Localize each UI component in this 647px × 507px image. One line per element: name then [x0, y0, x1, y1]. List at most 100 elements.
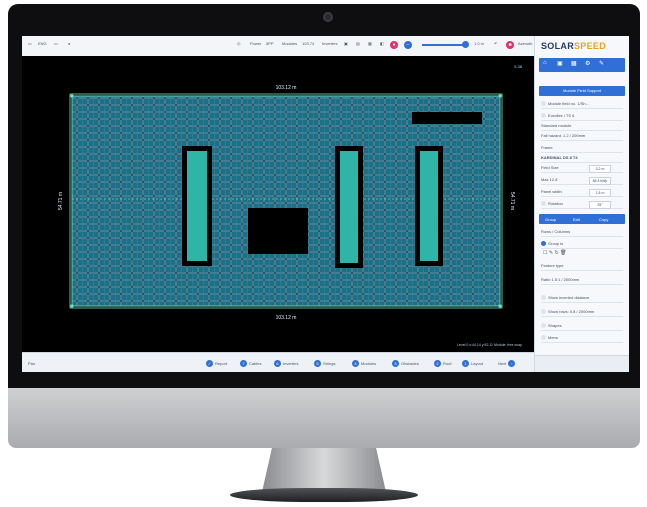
corner-handle[interactable] [70, 304, 74, 308]
monitor-chin [8, 388, 640, 448]
webcam [323, 12, 333, 22]
report-icon: ✓ [206, 359, 213, 367]
step-inverters[interactable]: 6 Inverters [274, 358, 299, 368]
next-label: Next [498, 360, 507, 366]
next-button[interactable]: Next › [498, 358, 516, 368]
zoom-out-icon[interactable]: − [404, 41, 412, 49]
panel-row-15[interactable]: Show rows: 0.8 / 2000mm [541, 308, 623, 317]
layers-icon[interactable]: ◧ [380, 41, 384, 46]
panel-row-5[interactable]: KARDINAL DS 8 T4 [541, 154, 623, 163]
module-field-support-button[interactable]: Module Field Support [539, 86, 625, 96]
panel-row-17[interactable]: Menu [541, 334, 623, 343]
step-modules[interactable]: 4 Modules [352, 358, 376, 368]
pan-button[interactable]: Pan [28, 358, 35, 368]
tab-copy[interactable]: Copy [599, 217, 608, 222]
camera-icon[interactable]: ▣ [344, 41, 348, 46]
corner-handle[interactable] [498, 304, 502, 308]
stop-icon[interactable]: ■ [506, 41, 514, 49]
max-input[interactable]: 58.4 kWp [589, 177, 611, 185]
tools-icon[interactable]: ✎ [599, 60, 604, 67]
flag-icon[interactable]: ▭ [28, 41, 32, 46]
trash-icon[interactable]: 🗑 [560, 250, 566, 256]
obstacles-icon: 3 [392, 359, 399, 367]
undo-icon[interactable]: ↶ [494, 41, 497, 46]
skylight-obstacle[interactable] [248, 208, 308, 254]
left-dimension-label: 54.71 m [58, 192, 64, 210]
roof-icon: 2 [434, 359, 441, 367]
step-obstacles-label: Obstacles [401, 360, 419, 366]
strings-icon: 5 [314, 359, 321, 367]
zoom-slider-knob[interactable] [462, 41, 469, 48]
step-roof[interactable]: 2 Roof [434, 358, 451, 368]
step-layout[interactable]: 1 Layout [462, 358, 483, 368]
logo-speed: SPEED [574, 41, 607, 51]
step-strings[interactable]: 5 Strings [314, 358, 335, 368]
panel-row-14[interactable]: Show inverted distance [541, 294, 623, 303]
group-tab-strip: Group Edit Copy [539, 214, 625, 224]
inverters-icon: 6 [274, 359, 281, 367]
app-screen: ▭ ENG ▭ ● ◎ Power 5PP Modules 103.74 Inv… [22, 36, 629, 372]
workflow-bar: Pan ✓ Report 7 Cables 6 Inverters 5 Stri… [22, 352, 534, 372]
step-report-label: Report [215, 360, 228, 366]
properties-panel: SOLARSPEED ⌂ ▣ ▦ ⚙ ✎ Module Field Suppor… [534, 36, 629, 372]
status-readout: Level 0 x:44.14 y:52.11 Module: free sna… [457, 343, 522, 347]
app-logo: SOLARSPEED [541, 41, 606, 51]
pan-label: Pan [28, 360, 36, 366]
checkbox-icon[interactable]: ☐ [543, 250, 547, 256]
rotation-icon [541, 201, 546, 207]
bottom-dimension-label: 103.12 m [276, 315, 297, 321]
group-icon [541, 241, 546, 247]
record-icon[interactable]: ● [390, 41, 398, 49]
panel-row-16[interactable]: Shapes [541, 322, 623, 331]
refresh-icon[interactable]: ↻ [554, 250, 558, 256]
corner-handle[interactable] [498, 94, 502, 98]
panel-row-3: Fall hazard: 1.2 / 200mm [541, 132, 623, 141]
panel-footer [535, 355, 629, 372]
top-dimension-label: 103.12 m [276, 85, 297, 91]
tab-edit[interactable]: Edit [573, 217, 580, 222]
right-dimension-label: 54.71 m [509, 192, 515, 210]
edit-tools: ☐ ✎ ↻ 🗑 [543, 250, 566, 256]
row-toggle-icon [541, 113, 546, 119]
user-icon[interactable]: ● [68, 41, 70, 46]
top-toolbar: ▭ ENG ▭ ● ◎ Power 5PP Modules 103.74 Inv… [22, 36, 534, 57]
roof-plan[interactable]: 103.12 m 103.12 m 54.71 m 54.71 m 5.38 L… [22, 56, 534, 352]
corner-handle[interactable] [70, 94, 74, 98]
language-label[interactable]: ENG [38, 41, 47, 46]
step-roof-label: Roof [443, 360, 452, 366]
layout-icon: 1 [462, 359, 469, 367]
design-canvas[interactable]: 103.12 m 103.12 m 54.71 m 54.71 m 5.38 L… [22, 56, 534, 352]
chimney-obstacle[interactable] [412, 112, 482, 124]
panel-row-12: Feature type [541, 262, 623, 271]
panel-width-input[interactable]: 1.8 m [589, 189, 611, 197]
cables-icon: 7 [240, 359, 247, 367]
panel-row-13[interactable]: Ratio 1.5:1 / 2000mm [541, 276, 623, 285]
step-cables[interactable]: 7 Cables [240, 358, 261, 368]
overlay-marker: 5.38 [514, 64, 523, 69]
panel-row-1[interactable]: Euroflex / TS 6 [541, 112, 623, 121]
step-obstacles[interactable]: 3 Obstacles [392, 358, 419, 368]
panel-grid-icon[interactable]: ▦ [571, 60, 577, 67]
cube-icon[interactable]: ▣ [557, 60, 563, 67]
print-icon[interactable]: ▤ [356, 41, 360, 46]
house-icon[interactable]: ⌂ [543, 60, 547, 66]
flag-uk-icon[interactable]: ▭ [54, 41, 58, 46]
step-report[interactable]: ✓ Report [206, 358, 227, 368]
toolbar-value-0: 5PP [266, 41, 274, 46]
toggle-icon [541, 309, 546, 315]
panel-row-0[interactable]: Module field no. 1/Sh… [541, 100, 623, 109]
help-icon[interactable]: ◎ [237, 41, 241, 46]
panel-icon-toolbar: ⌂ ▣ ▦ ⚙ ✎ [539, 58, 625, 72]
rotation-input[interactable]: 25° [589, 201, 611, 209]
panel-row-11[interactable]: Group is [541, 240, 623, 249]
pencil-icon[interactable]: ✎ [549, 250, 553, 256]
settings-icon[interactable]: ⚙ [585, 60, 590, 67]
zoom-readout: 1.0 m [474, 41, 485, 46]
panel-row-4: Frame [541, 144, 623, 153]
toolbar-value-1: 103.74 [302, 41, 315, 46]
grid-icon[interactable]: ▦ [368, 41, 372, 46]
field-size-input[interactable]: 3.2 m [589, 165, 611, 173]
obstacle-3-fill [420, 151, 438, 261]
tab-group[interactable]: Group [545, 217, 556, 222]
monitor-stand-neck [262, 448, 386, 492]
